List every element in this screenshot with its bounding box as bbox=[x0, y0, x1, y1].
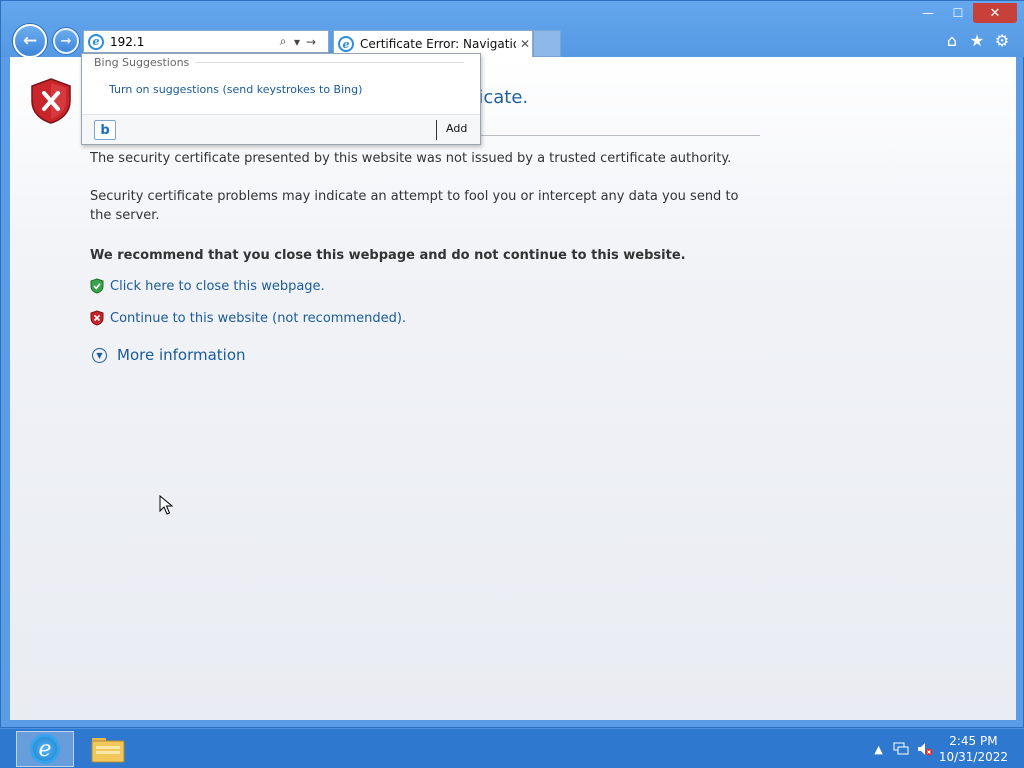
ie-page-icon: e bbox=[88, 33, 104, 50]
window-controls: — ☐ ✕ bbox=[913, 3, 1017, 23]
system-clock[interactable]: 2:45 PM 10/31/2022 bbox=[939, 733, 1008, 765]
clock-time: 2:45 PM bbox=[949, 734, 998, 748]
expand-icon: ▼ bbox=[92, 347, 107, 363]
maximize-button[interactable]: ☐ bbox=[943, 3, 973, 23]
favorites-icon[interactable]: ★ bbox=[968, 31, 986, 50]
continue-row: Continue to this website (not recommende… bbox=[90, 310, 406, 326]
internet-explorer-icon: e bbox=[30, 734, 60, 764]
error-shield-icon bbox=[31, 78, 71, 124]
network-icon[interactable] bbox=[893, 742, 909, 756]
taskbar: e ▲ 2:45 PM 10/31/2022 bbox=[0, 728, 1024, 768]
browser-window: — ☐ ✕ ← → e ⌕ ▾ → e Certificate Error: N… bbox=[0, 0, 1024, 728]
bing-icon[interactable]: b bbox=[94, 120, 116, 140]
close-webpage-link[interactable]: Click here to close this webpage. bbox=[110, 279, 325, 294]
close-tab-icon[interactable]: ✕ bbox=[520, 37, 530, 51]
close-page-row: Click here to close this webpage. bbox=[90, 278, 325, 294]
taskbar-internet-explorer[interactable]: e bbox=[16, 731, 74, 767]
mouse-cursor-icon bbox=[159, 495, 173, 515]
system-tray: ▲ 2:45 PM 10/31/2022 bbox=[874, 729, 1008, 768]
volume-muted-icon[interactable] bbox=[917, 742, 933, 756]
suggestions-header-label: Bing Suggestions bbox=[94, 56, 190, 69]
show-hidden-icons-icon[interactable]: ▲ bbox=[874, 743, 882, 756]
red-shield-icon bbox=[90, 310, 104, 326]
more-information-toggle[interactable]: ▼ More information bbox=[92, 346, 246, 364]
page-content: ficate. The security certificate present… bbox=[10, 57, 1016, 720]
browser-tools: ⌂ ★ ⚙ bbox=[943, 31, 1011, 50]
recommendation-message: We recommend that you close this webpage… bbox=[90, 248, 686, 263]
search-icon[interactable]: ⌕ bbox=[276, 34, 290, 49]
back-button[interactable]: ← bbox=[13, 24, 47, 58]
title-bar: — ☐ ✕ ← → e ⌕ ▾ → e Certificate Error: N… bbox=[1, 1, 1024, 58]
green-shield-icon bbox=[90, 278, 104, 294]
address-bar[interactable]: e ⌕ ▾ → bbox=[83, 30, 329, 53]
add-search-provider-button[interactable]: Add bbox=[446, 122, 467, 135]
divider bbox=[436, 120, 437, 140]
gear-icon[interactable]: ⚙ bbox=[993, 31, 1011, 50]
file-explorer-icon[interactable] bbox=[90, 734, 126, 764]
go-arrow-icon[interactable]: → bbox=[304, 35, 318, 49]
cert-message: The security certificate presented by th… bbox=[90, 151, 732, 166]
turn-on-suggestions-link[interactable]: Turn on suggestions (send keystrokes to … bbox=[109, 83, 362, 96]
close-window-button[interactable]: ✕ bbox=[973, 3, 1017, 23]
ie-tab-icon: e bbox=[338, 36, 354, 52]
chevron-down-icon[interactable]: ▾ bbox=[290, 35, 304, 49]
suggestions-footer: b Add bbox=[82, 114, 480, 144]
clock-date: 10/31/2022 bbox=[938, 750, 1008, 764]
continue-website-link[interactable]: Continue to this website (not recommende… bbox=[110, 311, 406, 326]
minimize-button[interactable]: — bbox=[913, 3, 943, 23]
home-icon[interactable]: ⌂ bbox=[943, 31, 961, 50]
address-input[interactable] bbox=[110, 34, 276, 49]
new-tab-button[interactable] bbox=[533, 30, 561, 57]
risk-message: Security certificate problems may indica… bbox=[90, 189, 739, 223]
suggestions-header: Bing Suggestions bbox=[94, 56, 464, 69]
tab-title: Certificate Error: Navigation... bbox=[360, 37, 516, 51]
address-suggestions-popup: Bing Suggestions Turn on suggestions (se… bbox=[81, 53, 481, 145]
forward-button[interactable]: → bbox=[53, 28, 79, 54]
more-information-label: More information bbox=[117, 346, 246, 364]
